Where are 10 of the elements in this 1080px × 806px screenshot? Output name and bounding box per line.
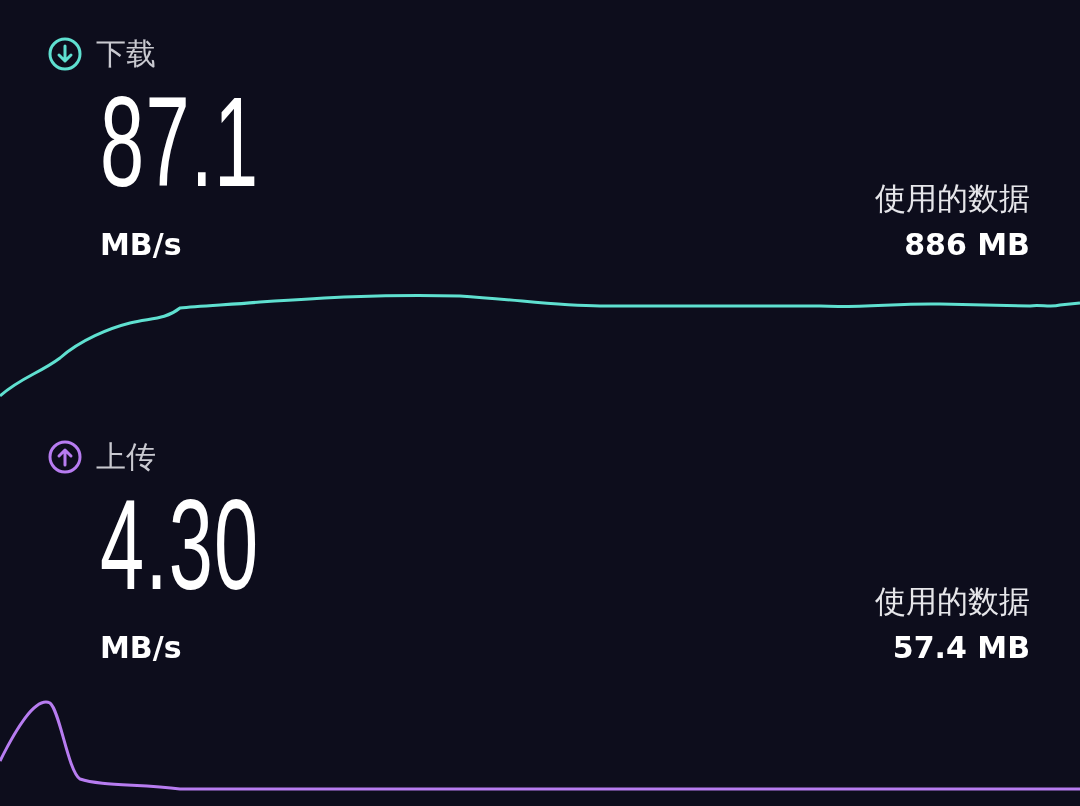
speed-unit: MB/s: [100, 230, 183, 260]
test-label: 下载: [96, 39, 156, 69]
speed-value: 87.1: [100, 78, 260, 206]
data-used-value: 57.4 MB: [892, 633, 1030, 663]
data-used-label: 使用的数据: [875, 183, 1030, 214]
data-used-label: 使用的数据: [875, 586, 1030, 617]
data-used-value: 886 MB: [904, 230, 1030, 260]
test-label: 上传: [96, 442, 156, 472]
speed-unit: MB/s: [100, 633, 183, 663]
speed-value: 4.30: [100, 481, 260, 609]
